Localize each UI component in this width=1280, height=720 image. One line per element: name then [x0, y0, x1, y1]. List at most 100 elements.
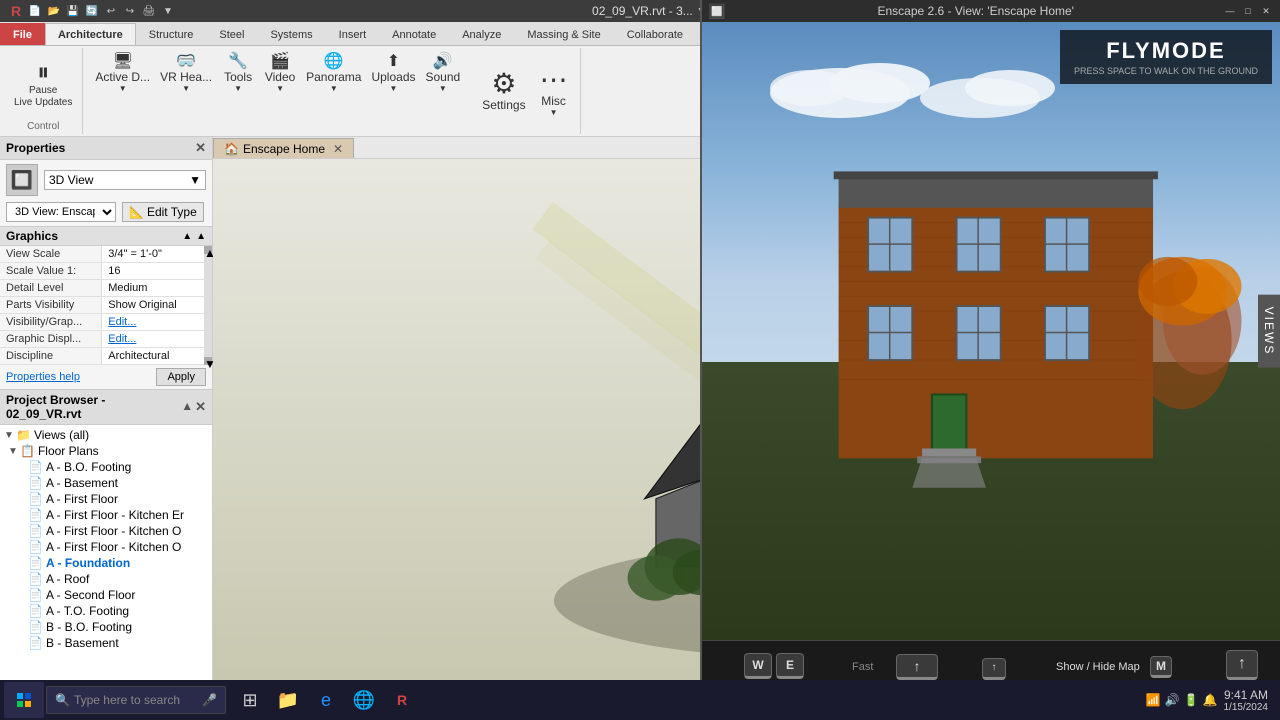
tree-item-first-floor[interactable]: 📄 A - First Floor — [0, 491, 212, 507]
views-tab[interactable]: VIEWS — [1258, 295, 1280, 368]
misc-label: Misc — [541, 94, 566, 108]
start-button[interactable] — [4, 682, 44, 718]
tree-item-roof[interactable]: 📄 A - Roof — [0, 571, 212, 587]
settings-btn[interactable]: ⚙ Settings — [478, 68, 529, 114]
prop-visibility-val[interactable]: Edit... — [102, 314, 212, 331]
tab-collaborate[interactable]: Collaborate — [614, 23, 696, 45]
key-w[interactable]: W — [744, 653, 772, 679]
tree-expand-views[interactable]: ▼ — [4, 430, 16, 441]
browser-scroll-up[interactable]: ▲ — [181, 399, 193, 415]
taskbar-browser-edge[interactable]: 🌐 — [346, 682, 382, 718]
key-m[interactable]: M — [1150, 656, 1172, 678]
tree-item-basement[interactable]: 📄 A - Basement — [0, 475, 212, 491]
prop-parts-vis-val[interactable]: Show Original — [102, 297, 212, 314]
scroll-down-btn[interactable]: ▼ — [204, 357, 212, 365]
video-btn[interactable]: 🎬 Video ▼ — [260, 52, 300, 95]
apply-btn[interactable]: Apply — [156, 368, 206, 386]
ribbon-group-settings: ⚙ Settings ⋯ Misc ▼ — [472, 48, 580, 134]
tree-item-floor-plans[interactable]: ▼ 📋 Floor Plans — [0, 443, 212, 459]
view-instance-select[interactable]: 3D View: Enscape Ho — [6, 202, 116, 222]
prop-view-scale-value[interactable]: 3/4" = 1'-0" — [102, 246, 212, 263]
browser-close-btn[interactable]: ✕ — [195, 399, 206, 415]
tab-systems[interactable]: Systems — [257, 23, 325, 45]
sound-btn[interactable]: 🔊 Sound ▼ — [422, 52, 465, 95]
properties-help-link[interactable]: Properties help — [6, 371, 80, 383]
view-type-dropdown[interactable]: 3D View ▼ — [44, 170, 206, 190]
prop-discipline-val[interactable]: Architectural — [102, 348, 212, 365]
tab-architecture[interactable]: Architecture — [45, 23, 136, 45]
tree-expand-floor-plans[interactable]: ▼ — [8, 446, 20, 457]
panorama-btn[interactable]: 🌐 Panorama ▼ — [302, 52, 365, 95]
tab-massing[interactable]: Massing & Site — [514, 23, 613, 45]
properties-close-btn[interactable]: ✕ — [195, 140, 206, 156]
tree-item-first-floor-kitch3[interactable]: 📄 A - First Floor - Kitchen O — [0, 539, 212, 555]
scroll-up-btn[interactable]: ▲ — [204, 246, 212, 254]
tree-item-to-footing[interactable]: 📄 A - T.O. Footing — [0, 603, 212, 619]
tree-item-second-floor[interactable]: 📄 A - Second Floor — [0, 587, 212, 603]
battery-icon[interactable]: 🔋 — [1184, 693, 1199, 707]
tab-analyze[interactable]: Analyze — [449, 23, 514, 45]
render-viewport[interactable]: FLYMODE PRESS SPACE TO WALK ON THE GROUN… — [702, 137, 1280, 640]
prop-visibility-name: Visibility/Grap... — [0, 314, 102, 331]
sync-btn[interactable]: 🔄 — [84, 3, 100, 19]
props-scrollbar[interactable]: ▲ ▼ — [204, 246, 212, 365]
tree-item-b-bo-footing[interactable]: 📄 B - B.O. Footing — [0, 619, 212, 635]
key-up-arrow[interactable]: ↑ — [896, 654, 938, 680]
notification-icon[interactable]: 🔔 — [1203, 693, 1218, 707]
tab-steel[interactable]: Steel — [206, 23, 257, 45]
active-display-btn[interactable]: 🖥 Active D... ▼ — [91, 52, 154, 95]
volume-icon[interactable]: 🔊 — [1165, 693, 1180, 707]
tab-annotate[interactable]: Annotate — [379, 23, 449, 45]
tab-file[interactable]: File — [0, 23, 45, 45]
vr-headset-btn[interactable]: 🥽 VR Hea... ▼ — [156, 52, 216, 95]
tree-item-bo-footing[interactable]: 📄 A - B.O. Footing — [0, 459, 212, 475]
browser-content[interactable]: ▼ 📁 Views (all) ▼ 📋 Floor Plans 📄 A - B.… — [0, 425, 212, 680]
arrow-up[interactable]: ↑ — [982, 658, 1006, 680]
settings-icon: ⚙ — [491, 70, 516, 98]
taskbar-search[interactable]: 🔍 Type here to search 🎤 — [46, 686, 226, 714]
revit-logo-icon[interactable]: R — [8, 3, 24, 19]
taskbar-explorer[interactable]: 📁 — [270, 682, 306, 718]
video-dropdown: ▼ — [276, 84, 284, 93]
save-btn[interactable]: 💾 — [65, 3, 81, 19]
tab-close[interactable]: ✕ — [333, 142, 343, 156]
arrow-btn[interactable]: ▼ — [160, 3, 176, 19]
mic-icon: 🎤 — [202, 693, 217, 707]
browser-header: Project Browser - 02_09_VR.rvt ▲ ✕ — [0, 390, 212, 425]
key-e[interactable]: E — [776, 653, 804, 679]
taskbar-revit[interactable]: R — [384, 682, 420, 718]
new-btn[interactable]: 📄 — [27, 3, 43, 19]
prop-detail-level-val[interactable]: Medium — [102, 280, 212, 297]
uploads-btn[interactable]: ⬆ Uploads ▼ — [367, 52, 419, 95]
prop-graphic-disp: Graphic Displ... Edit... — [0, 331, 212, 348]
edit-type-btn[interactable]: 📐 Edit Type — [122, 202, 204, 222]
section-scroll-up[interactable]: ▲ — [196, 231, 206, 242]
tree-item-first-floor-kitch1[interactable]: 📄 A - First Floor - Kitchen Er — [0, 507, 212, 523]
pause-live-updates-btn[interactable]: ⏸ PauseLive Updates — [10, 59, 76, 111]
print-btn[interactable]: 🖨 — [141, 3, 157, 19]
open-btn[interactable]: 📂 — [46, 3, 62, 19]
tab-insert[interactable]: Insert — [326, 23, 380, 45]
taskbar-browser-ie[interactable]: e — [308, 682, 344, 718]
redo-btn[interactable]: ↪ — [122, 3, 138, 19]
taskbar-task-view[interactable]: ⊞ — [232, 682, 268, 718]
search-placeholder: Type here to search — [74, 693, 180, 707]
enscape-home-tab[interactable]: 🏠 Enscape Home ✕ — [213, 138, 354, 158]
tab-structure[interactable]: Structure — [136, 23, 207, 45]
misc-btn[interactable]: ⋯ Misc ▼ — [534, 64, 574, 119]
tree-item-foundation[interactable]: 📄 A - Foundation — [0, 555, 212, 571]
prop-graphic-disp-val[interactable]: Edit... — [102, 331, 212, 348]
properties-title: Properties — [6, 141, 65, 155]
prop-scale-value-val[interactable]: 16 — [102, 263, 212, 280]
floor-plan-icon-8: 📄 — [28, 572, 43, 586]
expand-8 — [16, 574, 28, 585]
tree-item-b-basement[interactable]: 📄 B - Basement — [0, 635, 212, 651]
dir-up[interactable]: ↑ — [1226, 650, 1258, 680]
tree-item-views-all[interactable]: ▼ 📁 Views (all) — [0, 427, 212, 443]
undo-btn[interactable]: ↩ — [103, 3, 119, 19]
section-collapse-btn[interactable]: ▲ — [182, 231, 192, 242]
network-icon[interactable]: 📶 — [1146, 693, 1161, 707]
graphics-props-area: View Scale 3/4" = 1'-0" Scale Value 1: 1… — [0, 246, 212, 365]
tree-item-first-floor-kitch2[interactable]: 📄 A - First Floor - Kitchen O — [0, 523, 212, 539]
tools-btn[interactable]: 🔧 Tools ▼ — [218, 52, 258, 95]
